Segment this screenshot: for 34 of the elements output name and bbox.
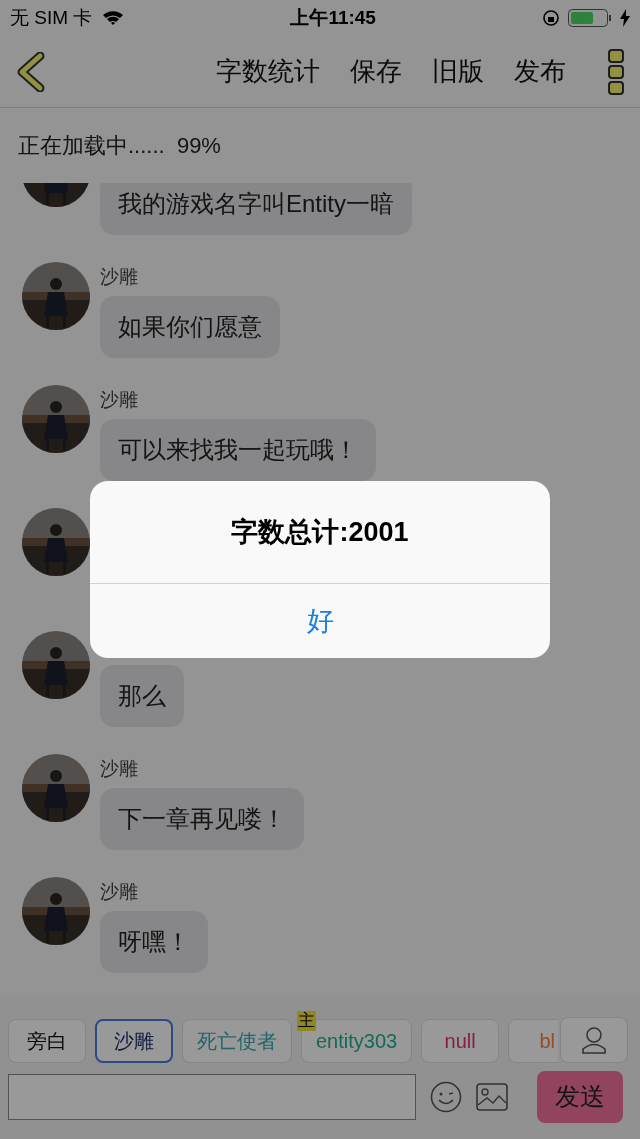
back-icon[interactable] (16, 51, 46, 92)
role-badge: 主 (297, 1011, 316, 1031)
message-bubble: 下一章再见喽！ (100, 788, 304, 850)
nav-action[interactable]: 旧版 (432, 52, 484, 91)
message-bubble: 那么 (100, 665, 184, 727)
sender-name: 沙雕 (100, 758, 138, 779)
loading-status: 正在加载中...... 99% (18, 132, 221, 160)
nav-action[interactable]: 发布 (514, 52, 566, 91)
message-bubble: 可以来找我一起玩哦！ (100, 419, 376, 481)
message-input[interactable] (8, 1074, 416, 1120)
charging-icon (620, 9, 630, 27)
person-icon (582, 1026, 606, 1054)
nav-action[interactable]: 字数统计 (216, 52, 320, 91)
carrier-label: 无 SIM 卡 (10, 5, 93, 30)
more-icon[interactable] (608, 48, 624, 95)
ok-button[interactable]: 好 (90, 584, 550, 658)
dialog-title: 字数总计:2001 (231, 515, 409, 549)
wifi-icon (102, 10, 125, 26)
role-chip[interactable]: null (421, 1019, 500, 1063)
battery-icon (568, 9, 612, 27)
rotation-lock-icon (542, 9, 560, 27)
message-bubble: 如果你们愿意 (100, 296, 280, 358)
message-bubble: 我的游戏名字叫Entity一暗 (100, 183, 413, 235)
image-icon[interactable] (476, 1083, 508, 1111)
person-button[interactable] (560, 1017, 628, 1063)
role-chip[interactable]: 旁白 (8, 1019, 86, 1063)
nav-action[interactable]: 保存 (350, 52, 402, 91)
clock: 上午11:45 (290, 5, 376, 30)
role-chip[interactable]: 沙雕 (95, 1019, 173, 1063)
emoji-icon[interactable] (430, 1081, 462, 1113)
sender-name: 沙雕 (100, 389, 138, 410)
message-bubble: 呀嘿！ (100, 911, 208, 973)
sender-name: 沙雕 (100, 266, 138, 287)
sender-name: 沙雕 (100, 881, 138, 902)
